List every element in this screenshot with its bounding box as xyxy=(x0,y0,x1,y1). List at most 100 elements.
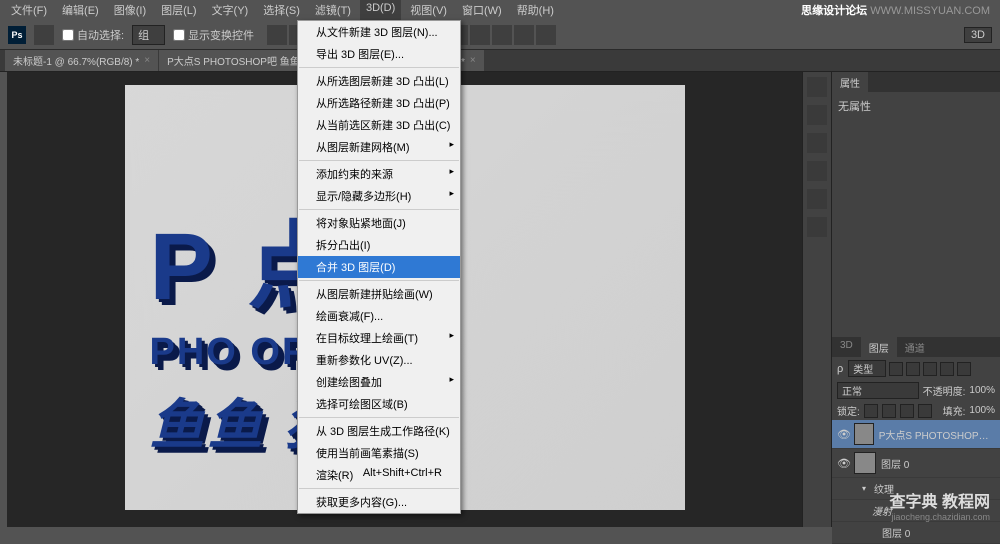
visibility-eye-icon[interactable]: 👁 xyxy=(837,428,849,440)
move-tool-icon[interactable] xyxy=(34,25,54,45)
layer-thumbnail[interactable] xyxy=(854,423,874,445)
blend-mode-select[interactable]: 正常 xyxy=(837,382,919,399)
3d-mode-icon[interactable] xyxy=(514,25,534,45)
layer-list: 👁 P大点S PHOTOSHOP吧 鱼... 👁 图层 0 ▾ 纹理 漫射 图层… xyxy=(832,420,1000,544)
panel-icon[interactable] xyxy=(807,217,827,237)
menu-item[interactable]: 滤镜(T) xyxy=(309,0,357,20)
fill-value[interactable]: 100% xyxy=(969,405,995,416)
menu-item[interactable]: 文字(Y) xyxy=(206,0,255,20)
menu-item[interactable]: 选择可绘图区域(B) xyxy=(298,393,460,415)
filter-icon[interactable] xyxy=(906,362,920,376)
close-icon[interactable]: × xyxy=(470,55,476,66)
filter-icon[interactable] xyxy=(940,362,954,376)
3d-mode-icon[interactable] xyxy=(470,25,490,45)
auto-select-target[interactable]: 组 xyxy=(132,25,165,45)
panel-icon[interactable] xyxy=(807,77,827,97)
menu-separator xyxy=(299,67,459,68)
menu-item[interactable]: 添加约束的来源 xyxy=(298,163,460,185)
menu-item[interactable]: 创建绘图叠加 xyxy=(298,371,460,393)
panel-tab[interactable]: 3D xyxy=(832,337,861,357)
menu-item[interactable]: 绘画衰减(F)... xyxy=(298,305,460,327)
panel-icon[interactable] xyxy=(807,133,827,153)
layers-filter-bar: ρ 类型 xyxy=(832,357,1000,380)
menu-item[interactable]: 合并 3D 图层(D) xyxy=(298,256,460,278)
layer-thumbnail[interactable] xyxy=(854,452,876,474)
lock-icon[interactable] xyxy=(918,404,932,418)
layer-name[interactable]: P大点S PHOTOSHOP吧 鱼... xyxy=(879,427,995,442)
menu-item[interactable]: 从 3D 图层生成工作路径(K) xyxy=(298,420,460,442)
watermark-bottom: 查字典 教程网 jiaocheng.chazidian.com xyxy=(890,488,990,522)
menu-item[interactable]: 图像(I) xyxy=(108,0,152,20)
watermark-url: WWW.MISSYUAN.COM xyxy=(870,5,990,17)
options-bar: Ps 自动选择: 组 显示变换控件 3D 模式: 3D xyxy=(0,20,1000,50)
menu-item[interactable]: 在目标纹理上绘画(T) xyxy=(298,327,460,349)
auto-select-checkbox[interactable]: 自动选择: xyxy=(62,27,124,43)
properties-panel: 无属性 xyxy=(832,92,1000,337)
menu-item[interactable]: 帮助(H) xyxy=(511,0,560,20)
menu-item[interactable]: 获取更多内容(G)... xyxy=(298,491,460,513)
filter-icon[interactable] xyxy=(889,362,903,376)
menu-item[interactable]: 从文件新建 3D 图层(N)... xyxy=(298,21,460,43)
menu-item[interactable]: 将对象贴紧地面(J) xyxy=(298,212,460,234)
menu-item[interactable]: 从当前选区新建 3D 凸出(C) xyxy=(298,114,460,136)
layer-row[interactable]: 👁 图层 0 xyxy=(832,449,1000,478)
layer-sub-name[interactable]: 图层 0 xyxy=(832,522,1000,544)
kind-select[interactable]: 类型 xyxy=(848,360,886,377)
panel-icon[interactable] xyxy=(807,161,827,181)
lock-label: 锁定: xyxy=(837,403,860,418)
opacity-value[interactable]: 100% xyxy=(969,385,995,396)
menu-item[interactable]: 窗口(W) xyxy=(456,0,508,20)
fill-label: 填充: xyxy=(943,403,966,418)
menu-separator xyxy=(299,280,459,281)
lock-icon[interactable] xyxy=(864,404,878,418)
filter-icon[interactable] xyxy=(957,362,971,376)
menu-item[interactable]: 导出 3D 图层(E)... xyxy=(298,43,460,65)
filter-icon[interactable] xyxy=(923,362,937,376)
3d-mode-icon[interactable] xyxy=(536,25,556,45)
show-transform-checkbox[interactable]: 显示变换控件 xyxy=(173,27,254,43)
menu-item[interactable]: 文件(F) xyxy=(5,0,53,20)
3d-menu-dropdown: 从文件新建 3D 图层(N)...导出 3D 图层(E)... 从所选图层新建 3… xyxy=(297,20,461,514)
menu-item[interactable]: 渲染(R)Alt+Shift+Ctrl+R xyxy=(298,464,460,486)
menu-item[interactable]: 使用当前画笔素描(S) xyxy=(298,442,460,464)
menu-item[interactable]: 显示/隐藏多边形(H) xyxy=(298,185,460,207)
opacity-label: 不透明度: xyxy=(923,383,966,398)
panel-tab[interactable]: 图层 xyxy=(861,337,897,357)
menu-separator xyxy=(299,160,459,161)
panel-icon[interactable] xyxy=(807,105,827,125)
lock-icon[interactable] xyxy=(882,404,896,418)
kind-label: ρ xyxy=(837,363,843,375)
panel-tab[interactable]: 通道 xyxy=(897,337,933,357)
menu-item[interactable]: 拆分凸出(I) xyxy=(298,234,460,256)
layer-row[interactable]: 👁 P大点S PHOTOSHOP吧 鱼... xyxy=(832,420,1000,449)
tools-panel xyxy=(0,72,7,527)
disclosure-triangle-icon[interactable]: ▾ xyxy=(862,484,866,493)
panel-icon[interactable] xyxy=(807,189,827,209)
menu-item[interactable]: 重新参数化 UV(Z)... xyxy=(298,349,460,371)
ps-logo: Ps xyxy=(8,26,26,44)
menu-item[interactable]: 选择(S) xyxy=(257,0,306,20)
3d-mode-icon[interactable] xyxy=(492,25,512,45)
watermark-site: 思缘设计论坛 xyxy=(801,5,867,17)
document-tab[interactable]: 未标题-1 @ 66.7%(RGB/8) *× xyxy=(5,50,158,71)
menu-item[interactable]: 从图层新建网格(M) xyxy=(298,136,460,158)
menu-separator xyxy=(299,209,459,210)
align-icon[interactable] xyxy=(267,25,287,45)
no-properties-label: 无属性 xyxy=(838,98,994,114)
menu-item[interactable]: 从所选路径新建 3D 凸出(P) xyxy=(298,92,460,114)
menu-item[interactable]: 编辑(E) xyxy=(56,0,105,20)
3d-workspace-button[interactable]: 3D xyxy=(964,27,992,43)
tab-properties[interactable]: 属性 xyxy=(832,72,868,92)
menu-item[interactable]: 图层(L) xyxy=(155,0,202,20)
collapsed-panels xyxy=(802,72,831,527)
menu-item[interactable]: 从所选图层新建 3D 凸出(L) xyxy=(298,70,460,92)
menu-item[interactable]: 从图层新建拼贴绘画(W) xyxy=(298,283,460,305)
menu-separator xyxy=(299,488,459,489)
close-icon[interactable]: × xyxy=(144,55,150,66)
visibility-eye-icon[interactable]: 👁 xyxy=(837,457,849,469)
menu-item[interactable]: 视图(V) xyxy=(404,0,453,20)
lock-icon[interactable] xyxy=(900,404,914,418)
layer-name[interactable]: 图层 0 xyxy=(881,456,909,471)
document-tabbar: 未标题-1 @ 66.7%(RGB/8) *×P大点S PHOTOSHOP吧 鱼… xyxy=(0,50,1000,72)
menu-item[interactable]: 3D(D) xyxy=(360,0,401,20)
